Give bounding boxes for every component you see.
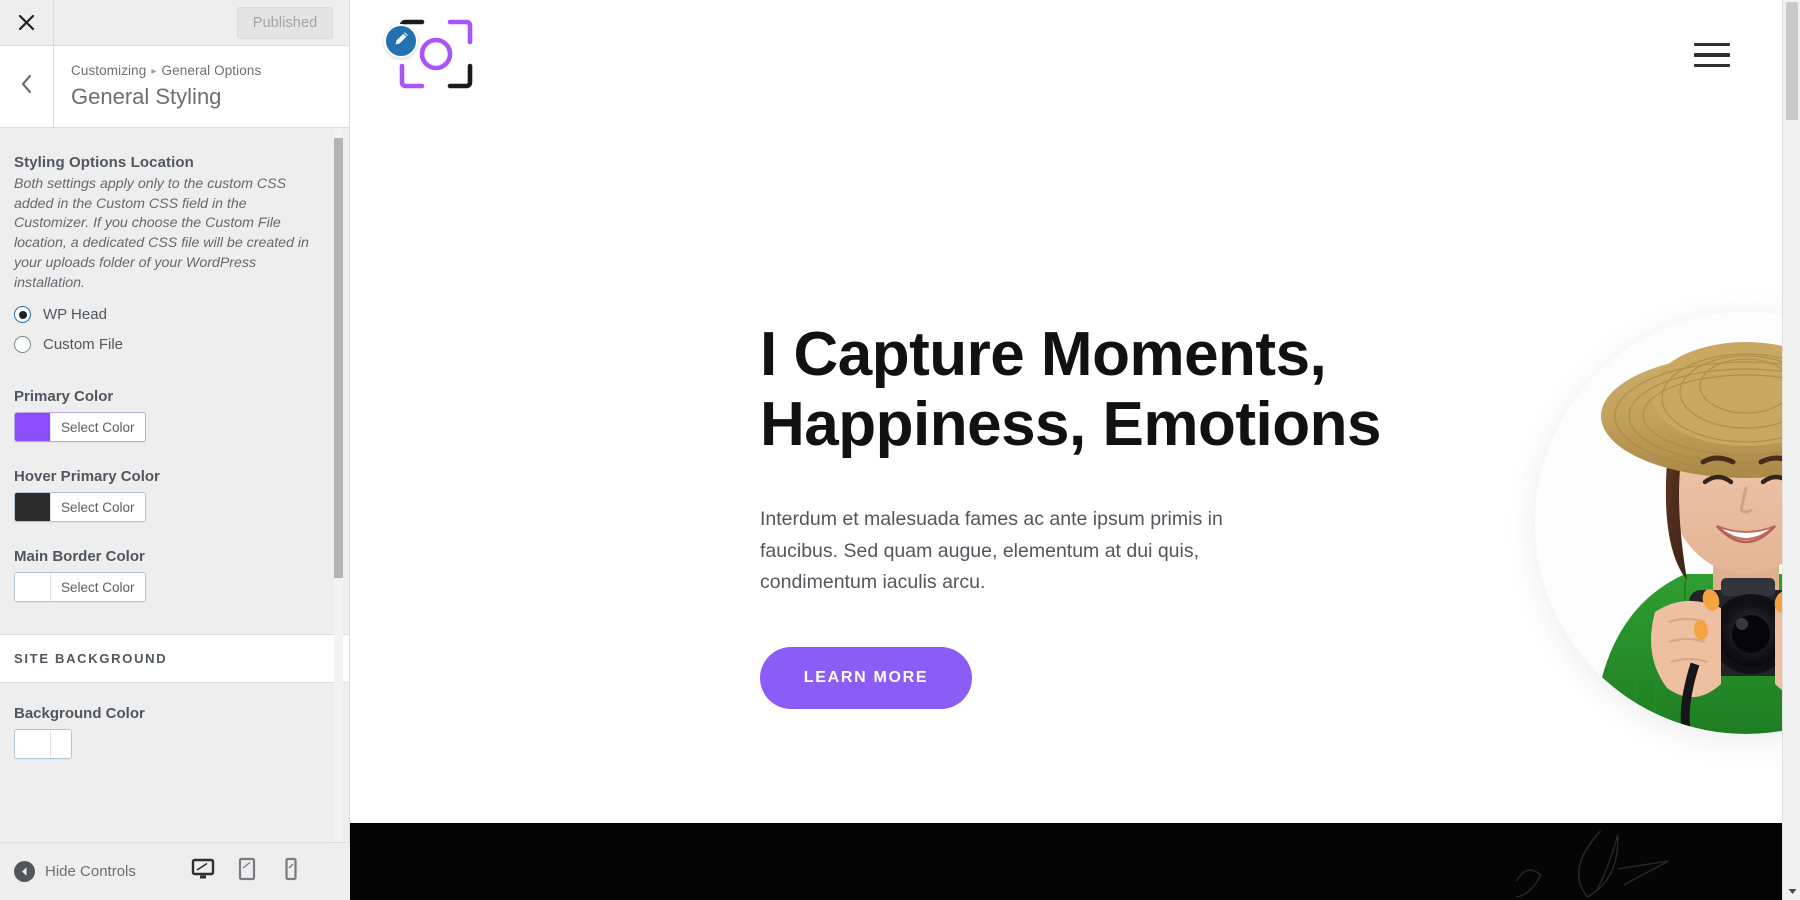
mobile-preview-button[interactable] [278, 857, 304, 886]
panel-header: Customizing ▸ General Options General Styl… [0, 46, 349, 128]
published-button[interactable]: Published [237, 6, 333, 39]
breadcrumb-root[interactable]: Customizing [71, 63, 146, 78]
hero-heading-line-1: I Capture Moments, [760, 320, 1327, 389]
section-site-background[interactable]: SITE BACKGROUND [0, 634, 349, 684]
control-hover-primary-color: Hover Primary Color Select Color [0, 468, 349, 526]
site-logo[interactable] [384, 16, 478, 96]
page-title: General Styling [71, 83, 222, 109]
sidebar-scrollbar-thumb[interactable] [334, 138, 343, 578]
hover-primary-color-label: Hover Primary Color [14, 468, 160, 486]
main-border-color-picker[interactable]: Select Color [14, 572, 146, 603]
preview-scrollbar[interactable] [1782, 0, 1800, 900]
background-color-label: Background Color [14, 705, 145, 723]
photographer-illustration [1535, 312, 1800, 734]
close-icon [17, 13, 36, 32]
control-main-border-color: Main Border Color Select Color [0, 548, 349, 606]
hover-primary-color-select-label: Select Color [61, 499, 135, 515]
main-border-color-label: Main Border Color [14, 548, 145, 566]
primary-color-picker[interactable]: Select Color [14, 412, 146, 443]
chevron-left-icon [19, 73, 35, 100]
hamburger-menu-icon[interactable] [1694, 40, 1730, 70]
arrow-left-circle-icon [14, 861, 35, 882]
site-header [350, 0, 1800, 110]
radio-label-custom-file: Custom File [43, 336, 124, 354]
close-customizer-button[interactable] [0, 0, 54, 45]
breadcrumb-current[interactable]: General Options [162, 63, 262, 78]
customizer-topbar: Published [0, 0, 349, 46]
background-color-swatch[interactable] [15, 730, 51, 759]
hero-section: I Capture Moments, Happiness, Emotions I… [350, 110, 1800, 823]
background-color-picker[interactable] [14, 729, 72, 760]
radio-option-wp-head[interactable]: WP Head [14, 306, 335, 324]
pencil-edit-icon [393, 30, 410, 52]
sidebar-scrollbar[interactable] [334, 128, 343, 900]
control-primary-color: Primary Color Select Color [0, 388, 349, 446]
breadcrumb-separator-icon: ▸ [151, 65, 157, 77]
desktop-icon [191, 858, 215, 885]
customizer-screen: Published Customizing ▸ General Options Ge… [0, 0, 1800, 900]
hero-heading-line-2: Happiness, Emotions [760, 390, 1381, 460]
primary-color-swatch[interactable] [15, 413, 51, 442]
breadcrumb: Customizing ▸ General Options [71, 62, 349, 81]
main-border-color-select-label: Select Color [61, 579, 135, 595]
control-styling-options-location: Styling Options Location Both settings a… [0, 128, 349, 354]
primary-color-label: Primary Color [14, 388, 114, 406]
hero-heading: I Capture Moments, Happiness, Emotions [760, 320, 1550, 460]
radio-icon-wp-head[interactable] [14, 306, 31, 324]
hero-photo [1535, 312, 1800, 734]
edit-shortcut-button[interactable] [384, 24, 418, 58]
site-footer-band [350, 823, 1800, 900]
tablet-icon [237, 857, 257, 886]
site-preview: I Capture Moments, Happiness, Emotions I… [350, 0, 1800, 900]
footer-leaf-decoration [1515, 830, 1669, 898]
preview-scrollbar-thumb[interactable] [1786, 2, 1798, 120]
control-background-color: Background Color [0, 683, 349, 763]
panel-back-button[interactable] [0, 46, 54, 127]
customizer-footer-bar: Hide Controls [0, 842, 350, 900]
radio-option-custom-file[interactable]: Custom File [14, 336, 335, 354]
background-color-select-label [51, 730, 71, 758]
tablet-preview-button[interactable] [234, 857, 260, 886]
panel-scroll-area: Styling Options Location Both settings a… [0, 128, 349, 900]
hide-controls-label: Hide Controls [45, 863, 136, 880]
main-border-color-swatch[interactable] [15, 573, 51, 602]
hover-primary-color-swatch[interactable] [15, 493, 51, 522]
device-preview-group [190, 857, 336, 886]
radio-label-wp-head: WP Head [43, 306, 107, 324]
mobile-icon [283, 857, 299, 886]
hero-paragraph: Interdum et malesuada fames ac ante ipsu… [760, 508, 1223, 594]
learn-more-button[interactable]: LEARN MORE [760, 646, 972, 709]
customizer-sidebar: Published Customizing ▸ General Options Ge… [0, 0, 350, 900]
hero-text-block: I Capture Moments, Happiness, Emotions I… [760, 320, 1550, 709]
styling-location-label: Styling Options Location [14, 154, 194, 171]
desktop-preview-button[interactable] [190, 858, 216, 885]
primary-color-select-label: Select Color [61, 419, 135, 435]
hide-controls-button[interactable]: Hide Controls [14, 861, 136, 882]
hover-primary-color-picker[interactable]: Select Color [14, 492, 146, 523]
radio-icon-custom-file[interactable] [14, 336, 31, 354]
scroll-down-arrow-icon[interactable] [1783, 882, 1800, 900]
styling-location-description: Both settings apply only to the custom C… [14, 176, 309, 291]
camera-frame-logo-icon [396, 19, 476, 96]
